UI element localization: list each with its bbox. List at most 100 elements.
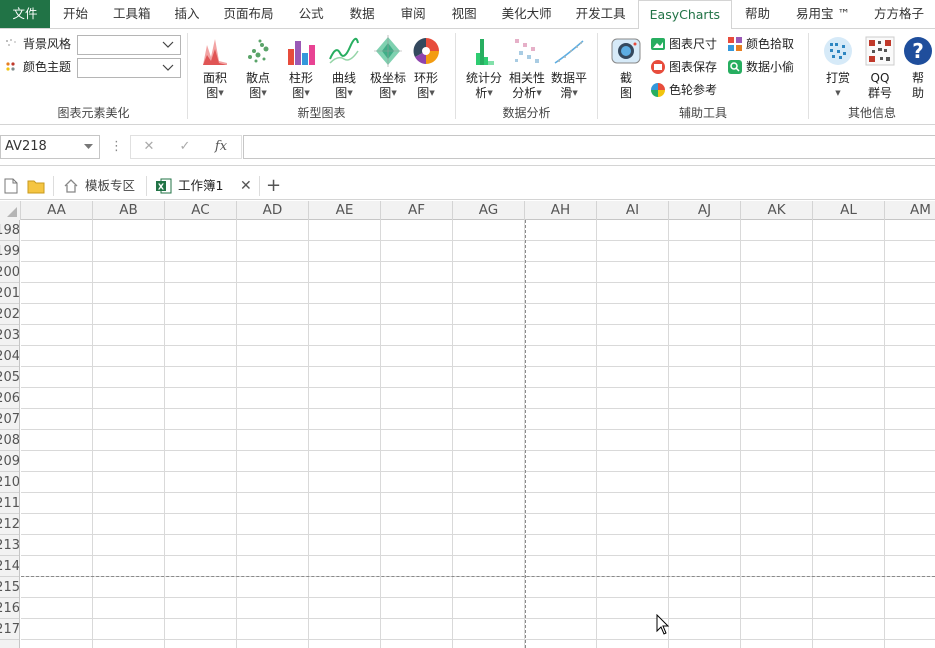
column-header[interactable]: AF bbox=[381, 201, 453, 220]
row-header[interactable]: 208 bbox=[0, 430, 19, 451]
scatter-chart-button[interactable]: 散点 图▼ bbox=[238, 33, 278, 101]
column-header[interactable]: AA bbox=[21, 201, 93, 220]
scatter-chart-icon bbox=[248, 39, 269, 63]
dropdown-caret-icon: ▼ bbox=[429, 89, 435, 97]
dropdown-caret-icon: ▼ bbox=[347, 89, 353, 97]
row-header[interactable]: 216 bbox=[0, 598, 19, 619]
row-header[interactable]: 200 bbox=[0, 262, 19, 283]
open-folder-button[interactable] bbox=[27, 172, 51, 200]
tab-toolbox[interactable]: 工具箱 bbox=[101, 0, 163, 28]
workbook-tab-active[interactable]: X 工作簿1 bbox=[156, 172, 223, 200]
column-header[interactable]: AB bbox=[93, 201, 165, 220]
row-header[interactable]: 217 bbox=[0, 619, 19, 640]
more-options-icon[interactable]: ⋮ bbox=[110, 136, 123, 158]
tab-developer[interactable]: 开发工具 bbox=[564, 0, 638, 28]
row-header[interactable]: 199 bbox=[0, 241, 19, 262]
camera-icon bbox=[611, 38, 641, 64]
column-header[interactable]: AH bbox=[525, 201, 597, 220]
tab-page-layout[interactable]: 页面布局 bbox=[212, 0, 286, 28]
tab-fangfanggezi[interactable]: 方方格子 bbox=[863, 0, 935, 28]
select-all-corner[interactable] bbox=[0, 201, 21, 220]
dropdown-caret-icon: ▼ bbox=[572, 89, 578, 97]
tab-file[interactable]: 文件 bbox=[0, 0, 50, 28]
tab-home[interactable]: 开始 bbox=[50, 0, 101, 28]
template-zone-tab[interactable]: 模板专区 bbox=[63, 172, 135, 200]
color-wheel-button[interactable]: 色轮参考 bbox=[650, 80, 717, 100]
row-header[interactable]: 201 bbox=[0, 283, 19, 304]
chart-size-button[interactable]: 图表尺寸 bbox=[650, 34, 717, 54]
tab-data[interactable]: 数据 bbox=[337, 0, 388, 28]
tab-view[interactable]: 视图 bbox=[439, 0, 490, 28]
close-tab-button[interactable]: ✕ bbox=[240, 172, 252, 200]
column-header[interactable]: AC bbox=[165, 201, 237, 220]
polar-chart-button[interactable]: 极坐标 图▼ bbox=[368, 33, 408, 101]
cancel-button[interactable]: ✕ bbox=[137, 136, 161, 158]
name-box[interactable]: AV218 bbox=[0, 135, 100, 159]
row-header[interactable]: 215 bbox=[0, 577, 19, 598]
group-data-analysis: 统计分 析▼ 相关性 分析▼ 数据平 滑▼ 数据分析 bbox=[456, 29, 597, 125]
row-header[interactable]: 210 bbox=[0, 472, 19, 493]
row-header-bar: 1981992002012022032042052062072082092102… bbox=[0, 220, 20, 648]
column-header[interactable]: AJ bbox=[669, 201, 741, 220]
color-grid-icon bbox=[728, 37, 742, 51]
column-header[interactable]: AD bbox=[237, 201, 309, 220]
row-header[interactable]: 212 bbox=[0, 514, 19, 535]
column-header[interactable]: AK bbox=[741, 201, 813, 220]
formula-input[interactable] bbox=[243, 135, 935, 159]
tab-insert[interactable]: 插入 bbox=[163, 0, 212, 28]
tab-yiyongbao[interactable]: 易用宝 ™ bbox=[783, 0, 863, 28]
insert-function-button[interactable]: fx bbox=[209, 136, 233, 158]
reward-button[interactable]: 打赏 ▼ bbox=[818, 33, 858, 101]
ring-chart-button[interactable]: 环形 图▼ bbox=[406, 33, 446, 101]
row-header[interactable]: 209 bbox=[0, 451, 19, 472]
chart-save-button[interactable]: 图表保存 bbox=[650, 57, 717, 77]
confirm-button[interactable]: ✓ bbox=[173, 136, 197, 158]
data-thief-button[interactable]: 数据小偷 bbox=[727, 57, 794, 77]
area-chart-button[interactable]: 面积 图▼ bbox=[195, 33, 235, 101]
row-header[interactable]: 205 bbox=[0, 367, 19, 388]
row-header[interactable]: 204 bbox=[0, 346, 19, 367]
statistical-analysis-button[interactable]: 统计分 析▼ bbox=[463, 33, 505, 101]
column-chart-button[interactable]: 柱形 图▼ bbox=[281, 33, 321, 101]
tab-divider bbox=[53, 176, 54, 196]
row-header[interactable]: 211 bbox=[0, 493, 19, 514]
data-smoothing-button[interactable]: 数据平 滑▼ bbox=[548, 33, 590, 101]
qr-code-icon bbox=[865, 36, 895, 66]
new-file-button[interactable] bbox=[4, 172, 24, 200]
tab-help[interactable]: 帮助 bbox=[732, 0, 783, 28]
screenshot-button[interactable]: 截 图 bbox=[606, 33, 646, 101]
cell-area[interactable] bbox=[21, 220, 935, 648]
bg-style-combo[interactable] bbox=[77, 35, 181, 55]
help-button[interactable]: ? 帮 助 bbox=[902, 33, 934, 101]
correlation-analysis-button[interactable]: 相关性 分析▼ bbox=[506, 33, 548, 101]
group-label: 新型图表 bbox=[297, 106, 346, 120]
row-header[interactable]: 214 bbox=[0, 556, 19, 577]
dropdown-caret-icon: ▼ bbox=[391, 89, 397, 97]
polar-chart-icon bbox=[374, 35, 402, 67]
tab-beautify-master[interactable]: 美化大师 bbox=[490, 0, 564, 28]
row-header[interactable]: 202 bbox=[0, 304, 19, 325]
row-header[interactable]: 198 bbox=[0, 220, 19, 241]
tab-formulas[interactable]: 公式 bbox=[286, 0, 337, 28]
column-header[interactable]: AI bbox=[597, 201, 669, 220]
folder-icon bbox=[27, 180, 45, 193]
home-icon bbox=[64, 179, 78, 193]
row-header[interactable]: 206 bbox=[0, 388, 19, 409]
chevron-down-icon bbox=[162, 41, 174, 48]
column-header[interactable]: AE bbox=[309, 201, 381, 220]
color-pick-button[interactable]: 颜色拾取 bbox=[727, 34, 794, 54]
color-theme-combo[interactable] bbox=[77, 58, 181, 78]
column-header[interactable]: AM bbox=[885, 201, 935, 220]
tab-easycharts[interactable]: EasyCharts bbox=[637, 0, 732, 30]
column-header[interactable]: AG bbox=[453, 201, 525, 220]
curve-chart-button[interactable]: 曲线 图▼ bbox=[324, 33, 364, 101]
column-header[interactable]: AL bbox=[813, 201, 885, 220]
row-header[interactable]: 203 bbox=[0, 325, 19, 346]
row-header[interactable]: 213 bbox=[0, 535, 19, 556]
tab-review[interactable]: 审阅 bbox=[388, 0, 439, 28]
excel-window: 文件 开始 工具箱 插入 页面布局 公式 数据 审阅 视图 美化大师 开发工具 … bbox=[0, 0, 935, 648]
qq-group-button[interactable]: QQ 群号 bbox=[860, 33, 900, 101]
row-header[interactable]: 207 bbox=[0, 409, 19, 430]
group-other-info: 打赏 ▼ QQ 群号 ? 帮 助 其他信息 bbox=[809, 29, 935, 125]
add-tab-button[interactable]: + bbox=[266, 172, 281, 200]
